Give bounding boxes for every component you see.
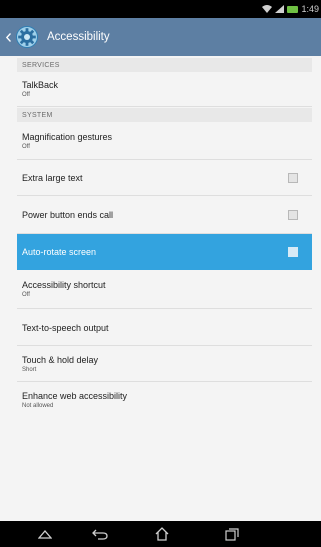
action-bar: Accessibility bbox=[0, 18, 321, 56]
auto-rotate-checkbox[interactable] bbox=[288, 246, 298, 257]
pref-talkback[interactable]: TalkBack Off bbox=[17, 72, 312, 107]
back-icon[interactable] bbox=[90, 525, 110, 543]
pref-touch-hold-delay[interactable]: Touch & hold delay Short bbox=[17, 347, 312, 382]
signal-icon bbox=[275, 5, 285, 13]
pref-summary: Off bbox=[22, 292, 30, 298]
recents-icon[interactable] bbox=[222, 525, 242, 543]
pref-title: Text-to-speech output bbox=[22, 322, 109, 333]
pref-summary: Off bbox=[22, 143, 30, 150]
pref-power-button-ends-call[interactable]: Power button ends call bbox=[17, 197, 312, 234]
home-icon[interactable] bbox=[152, 525, 172, 543]
gear-icon[interactable] bbox=[14, 24, 40, 50]
pref-extra-large-text[interactable]: Extra large text bbox=[17, 161, 312, 196]
section-header-services: SERVICES bbox=[17, 58, 312, 72]
pref-summary: Off bbox=[22, 92, 30, 98]
pref-text-to-speech-output[interactable]: Text-to-speech output bbox=[17, 310, 312, 346]
section-header-system: SYSTEM bbox=[17, 108, 312, 122]
pref-auto-rotate-screen[interactable]: Auto-rotate screen bbox=[17, 234, 312, 270]
pref-title: TalkBack bbox=[22, 80, 59, 90]
power-button-checkbox[interactable] bbox=[288, 210, 298, 220]
pref-summary: Short bbox=[22, 367, 37, 373]
pref-title: Accessibility shortcut bbox=[22, 280, 106, 290]
pref-title: Magnification gestures bbox=[22, 131, 113, 142]
wifi-icon bbox=[262, 5, 273, 13]
pref-title: Extra large text bbox=[22, 173, 83, 183]
pref-magnification-gestures[interactable]: Magnification gestures Off bbox=[17, 122, 312, 160]
pref-title: Auto-rotate screen bbox=[22, 246, 97, 257]
pref-accessibility-shortcut[interactable]: Accessibility shortcut Off bbox=[17, 270, 312, 309]
battery-icon bbox=[287, 5, 299, 13]
up-caret-icon[interactable] bbox=[4, 32, 13, 42]
pref-title: Touch & hold delay bbox=[22, 355, 99, 365]
status-time: 1:49 bbox=[301, 4, 319, 14]
preference-list: SERVICES TalkBack Off SYSTEM Magnificati… bbox=[0, 56, 321, 521]
navigation-bar bbox=[0, 521, 321, 547]
extra-large-text-checkbox[interactable] bbox=[288, 173, 298, 183]
pref-summary: Not allowed bbox=[22, 402, 54, 409]
pref-title: Enhance web accessibility bbox=[22, 390, 128, 401]
collapse-icon[interactable] bbox=[35, 525, 55, 543]
pref-enhance-web-accessibility[interactable]: Enhance web accessibility Not allowed bbox=[17, 383, 312, 416]
page-title: Accessibility bbox=[47, 31, 110, 43]
status-bar: 1:49 bbox=[0, 0, 321, 18]
pref-title: Power button ends call bbox=[22, 210, 114, 220]
